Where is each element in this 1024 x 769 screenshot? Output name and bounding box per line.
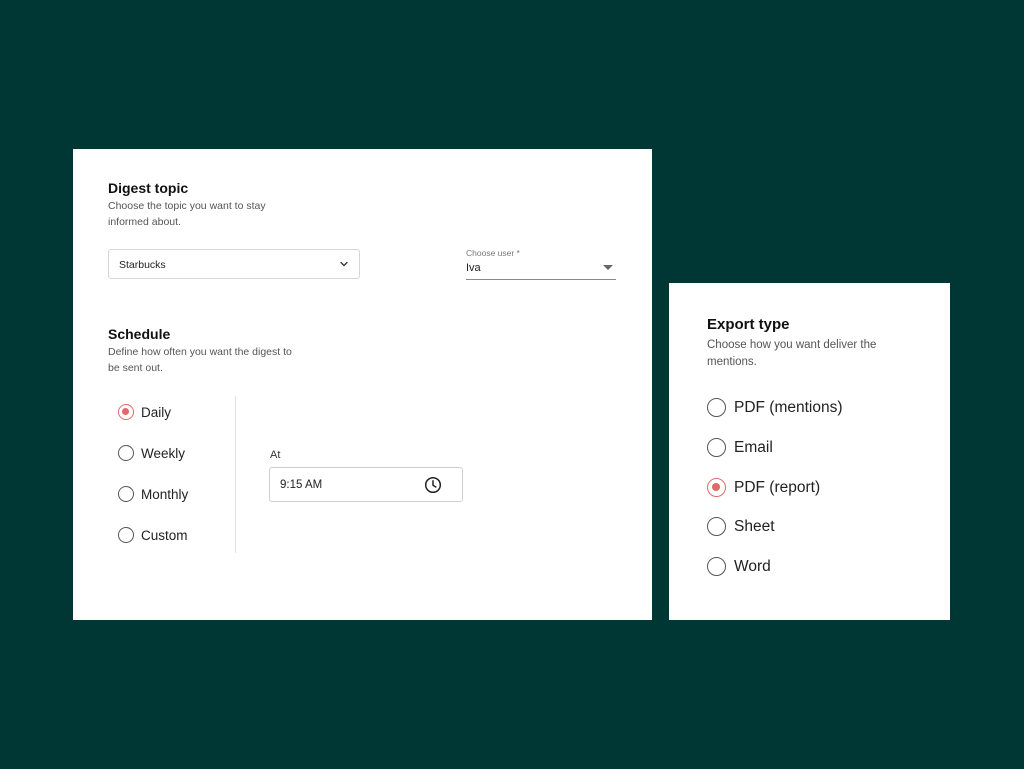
schedule-description-line2: be sent out. [108, 361, 163, 374]
schedule-description-line1: Define how often you want the digest to [108, 346, 292, 358]
radio-word[interactable] [707, 557, 726, 576]
export-option-label: Email [734, 438, 773, 456]
schedule-divider [235, 396, 236, 553]
frequency-option-label: Weekly [141, 445, 186, 461]
schedule-description: Define how often you want the digest to … [108, 345, 292, 376]
frequency-option-custom[interactable]: Custom [118, 527, 188, 543]
clock-icon[interactable] [424, 476, 442, 494]
time-at-label: At [270, 449, 281, 461]
radio-sheet[interactable] [707, 517, 726, 536]
caret-down-icon [603, 265, 613, 270]
export-option-pdf-report[interactable]: PDF (report) [707, 478, 820, 497]
export-option-label: Word [734, 557, 771, 575]
schedule-title: Schedule [108, 326, 171, 342]
radio-daily[interactable] [118, 404, 134, 420]
digest-topic-title: Digest topic [108, 180, 189, 196]
digest-topic-description: Choose the topic you want to stay inform… [108, 199, 266, 230]
frequency-option-daily[interactable]: Daily [118, 404, 171, 420]
frequency-option-weekly[interactable]: Weekly [118, 445, 185, 461]
topic-select-value: Starbucks [119, 259, 166, 271]
time-input[interactable]: 9:15 AM [269, 467, 463, 502]
digest-topic-description-line2: informed about. [108, 215, 181, 228]
radio-email[interactable] [707, 438, 726, 457]
export-type-card: Export type Choose how you want deliver … [669, 283, 950, 620]
export-type-description-line2: mentions. [707, 356, 757, 368]
export-option-label: PDF (mentions) [734, 398, 843, 416]
digest-settings-card: Digest topic Choose the topic you want t… [73, 149, 652, 620]
frequency-option-label: Monthly [141, 486, 189, 502]
choose-user-label: Choose user * [466, 248, 520, 258]
time-input-value: 9:15 AM [280, 479, 323, 491]
topic-select[interactable]: Starbucks [108, 249, 360, 279]
export-option-pdf-mentions[interactable]: PDF (mentions) [707, 398, 843, 417]
digest-topic-description-line1: Choose the topic you want to stay [108, 200, 266, 212]
choose-user-select[interactable]: Choose user * Iva [466, 247, 616, 280]
export-option-sheet[interactable]: Sheet [707, 517, 775, 536]
radio-monthly[interactable] [118, 486, 134, 502]
radio-pdf-report[interactable] [707, 478, 726, 497]
chevron-down-icon [340, 261, 348, 267]
frequency-option-label: Custom [141, 527, 188, 543]
export-option-email[interactable]: Email [707, 438, 773, 457]
frequency-option-monthly[interactable]: Monthly [118, 486, 188, 502]
export-option-label: Sheet [734, 517, 775, 535]
export-type-description: Choose how you want deliver the mentions… [707, 337, 876, 371]
export-type-title: Export type [707, 316, 790, 333]
export-option-word[interactable]: Word [707, 557, 771, 576]
radio-custom[interactable] [118, 527, 134, 543]
export-type-description-line1: Choose how you want deliver the [707, 339, 877, 351]
radio-pdf-mentions[interactable] [707, 398, 726, 417]
export-option-label: PDF (report) [734, 478, 821, 496]
frequency-option-label: Daily [141, 404, 172, 420]
choose-user-value: Iva [466, 262, 481, 274]
radio-weekly[interactable] [118, 445, 134, 461]
